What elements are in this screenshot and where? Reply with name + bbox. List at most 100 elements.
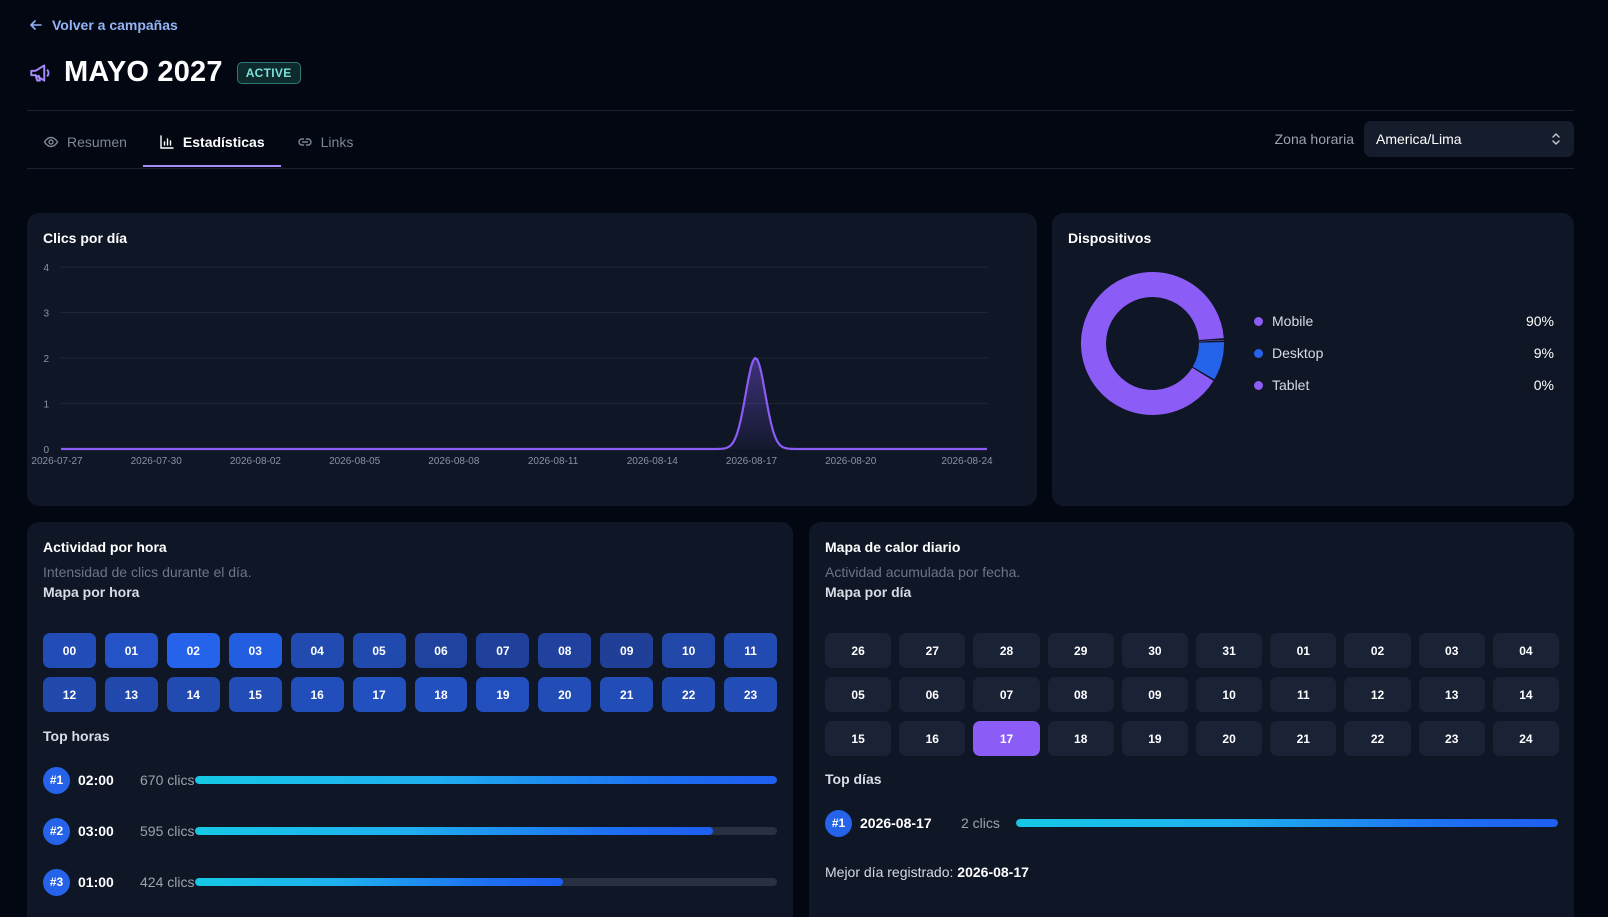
day-cell-01[interactable]: 01 (1270, 633, 1337, 668)
chevron-up-down-icon (1552, 133, 1560, 145)
legend-dot (1254, 348, 1263, 358)
hour-cell-07[interactable]: 07 (476, 633, 530, 668)
legend-item-mobile: Mobile 90% (1254, 305, 1554, 337)
x-tick-label: 2026-08-11 (528, 456, 579, 467)
day-cell-29[interactable]: 29 (1047, 633, 1114, 668)
progress-track (195, 776, 777, 784)
page-title: MAYO 2027 (64, 56, 223, 88)
hour-cell-23[interactable]: 23 (724, 677, 777, 712)
day-cell-03[interactable]: 03 (1418, 633, 1485, 668)
y-tick-label: 3 (43, 309, 49, 320)
day-cell-16[interactable]: 16 (899, 721, 966, 756)
best-day-label: Mejor día registrado: (825, 864, 954, 880)
progress-fill (195, 827, 713, 835)
top-hour-row: #3 01:00 424 clics (43, 862, 777, 902)
day-cell-30[interactable]: 30 (1121, 633, 1188, 668)
day-cell-02[interactable]: 02 (1344, 633, 1411, 668)
tab-links[interactable]: Links (281, 118, 370, 165)
hour-cell-05[interactable]: 05 (352, 633, 406, 668)
x-tick-label: 2026-08-08 (428, 456, 480, 467)
hour-cell-03[interactable]: 03 (228, 633, 282, 668)
devices-title: Dispositivos (1068, 230, 1152, 246)
slice-desktop[interactable] (1192, 342, 1224, 380)
top-count: 2 clics (961, 814, 1000, 831)
tab-resumen[interactable]: Resumen (27, 118, 143, 165)
hourly-map-label: Mapa por hora (43, 584, 140, 600)
day-cell-09[interactable]: 09 (1121, 677, 1188, 712)
day-cell-28[interactable]: 28 (973, 633, 1040, 668)
hour-cell-20[interactable]: 20 (538, 677, 592, 712)
top-key: 01:00 (78, 874, 114, 890)
tab-label: Resumen (67, 133, 127, 150)
legend-dot (1254, 316, 1263, 326)
clicks-line-chart: 0 1 2 3 4 2026-07-27 2026-07-30 2026-08-02 2026-… (31, 263, 993, 467)
hour-cell-08[interactable]: 08 (538, 633, 592, 668)
hour-cell-10[interactable]: 10 (662, 633, 716, 668)
top-count: 595 clics (140, 822, 195, 839)
timezone-label: Zona horaria (1274, 131, 1354, 147)
rank-badge: #3 (43, 868, 70, 896)
day-cell-07[interactable]: 07 (973, 677, 1040, 712)
back-to-campaigns-link[interactable]: Volver a campañas (28, 17, 178, 33)
hour-cell-06[interactable]: 06 (414, 633, 468, 668)
y-tick-label: 0 (43, 445, 49, 456)
day-cell-21[interactable]: 21 (1270, 721, 1337, 756)
progress-fill (1016, 819, 1558, 827)
day-cell-23[interactable]: 23 (1418, 721, 1485, 756)
x-tick-label: 2026-08-14 (627, 456, 679, 467)
top-key: 2026-08-17 (860, 815, 932, 831)
day-cell-26[interactable]: 26 (825, 633, 892, 668)
day-cell-18[interactable]: 18 (1047, 721, 1114, 756)
tab-label: Links (320, 133, 354, 150)
progress-track (195, 878, 777, 886)
day-cell-11[interactable]: 11 (1270, 677, 1337, 712)
hour-cell-18[interactable]: 18 (414, 677, 468, 712)
top-count: 670 clics (140, 771, 195, 788)
legend-percent: 90% (1525, 313, 1554, 329)
x-tick-label: 2026-08-05 (329, 456, 381, 467)
hour-cell-12[interactable]: 12 (43, 677, 96, 712)
top-key: 03:00 (78, 823, 114, 839)
day-cell-19[interactable]: 19 (1121, 721, 1188, 756)
day-cell-20[interactable]: 20 (1195, 721, 1263, 756)
status-badge: ACTIVE (236, 61, 301, 84)
hour-cell-11[interactable]: 11 (724, 633, 777, 668)
arrow-left-icon (30, 20, 42, 30)
hour-cell-22[interactable]: 22 (662, 677, 716, 712)
day-cell-04[interactable]: 04 (1492, 633, 1559, 668)
hour-cell-15[interactable]: 15 (228, 677, 282, 712)
day-cell-24[interactable]: 24 (1492, 721, 1559, 756)
day-cell-14[interactable]: 14 (1492, 677, 1559, 712)
hour-cell-00[interactable]: 00 (43, 633, 96, 668)
tab-estadisticas[interactable]: Estadísticas (142, 118, 281, 167)
hour-cell-04[interactable]: 04 (290, 633, 344, 668)
hour-cell-16[interactable]: 16 (290, 677, 344, 712)
day-cell-27[interactable]: 27 (899, 633, 966, 668)
day-cell-08[interactable]: 08 (1047, 677, 1114, 712)
hour-cell-14[interactable]: 14 (166, 677, 220, 712)
slice-mobile[interactable] (1081, 272, 1224, 415)
hour-cell-01[interactable]: 01 (104, 633, 158, 668)
hour-cell-13[interactable]: 13 (104, 677, 158, 712)
day-cell-10[interactable]: 10 (1195, 677, 1263, 712)
hour-cell-17[interactable]: 17 (352, 677, 406, 712)
hour-cell-02[interactable]: 02 (166, 633, 220, 668)
hourly-activity-card: Actividad por hora Intensidad de clics d… (27, 522, 793, 917)
day-cell-13[interactable]: 13 (1418, 677, 1485, 712)
day-cell-05[interactable]: 05 (825, 677, 892, 712)
back-link-label: Volver a campañas (52, 17, 178, 33)
day-cell-12[interactable]: 12 (1344, 677, 1411, 712)
progress-fill (195, 878, 564, 886)
day-cell-31[interactable]: 31 (1195, 633, 1263, 668)
rank-badge: #1 (825, 809, 852, 837)
day-cell-15[interactable]: 15 (825, 721, 892, 756)
timezone-select[interactable]: America/Lima (1364, 121, 1574, 157)
hour-cell-19[interactable]: 19 (476, 677, 530, 712)
hour-cell-21[interactable]: 21 (600, 677, 654, 712)
day-cell-06[interactable]: 06 (899, 677, 966, 712)
day-cell-17[interactable]: 17 (973, 721, 1040, 756)
x-tick-label: 2026-08-24 (941, 456, 993, 467)
hour-cell-09[interactable]: 09 (600, 633, 654, 668)
timezone-value: America/Lima (1376, 131, 1462, 147)
day-cell-22[interactable]: 22 (1344, 721, 1411, 756)
